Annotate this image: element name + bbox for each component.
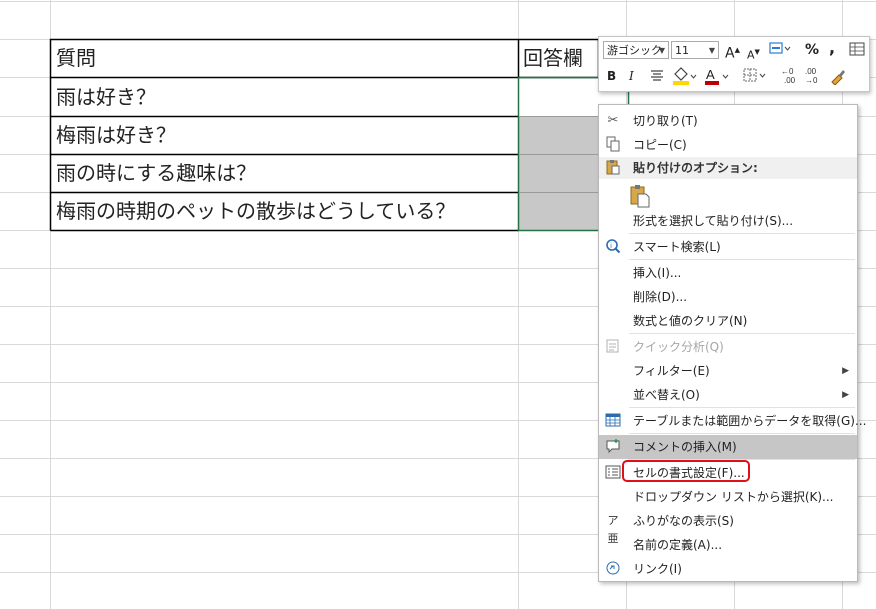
comment-icon (604, 438, 622, 456)
chevron-down-icon: ▼ (708, 46, 715, 55)
menu-item-show-furigana[interactable]: ア亜 ふりがなの表示(S) (599, 509, 857, 545)
quick-analysis-icon (604, 338, 622, 356)
menu-item-label: リンク(I) (633, 562, 682, 576)
percent-style-button[interactable]: % (805, 42, 819, 58)
highlight-callout (622, 460, 750, 482)
menu-item-label: ふりがなの表示(S) (633, 514, 734, 528)
menu-item-label: 挿入(I)... (633, 266, 682, 280)
italic-button[interactable]: I (629, 68, 634, 84)
question-cell-1[interactable]: 雨は好き？ (56, 85, 156, 109)
clipboard-icon (604, 159, 622, 177)
submenu-arrow-icon: ▶ (842, 366, 849, 376)
question-cell-4[interactable]: 梅雨の時期のペットの散歩はどうしている？ (56, 199, 455, 223)
menu-item-copy[interactable]: コピー(C) (599, 133, 857, 157)
furigana-icon: ア亜 (607, 514, 619, 545)
table-icon (604, 412, 622, 430)
menu-separator (629, 233, 855, 234)
paste-options-header: 貼り付けのオプション: (599, 157, 857, 179)
font-size-value: 11 (675, 44, 689, 57)
svg-text:→0: →0 (805, 76, 818, 85)
menu-item-label: ドロップダウン リストから選択(K)... (633, 490, 834, 504)
menu-item-label: 並べ替え(O) (633, 388, 700, 402)
format-painter-icon[interactable] (829, 67, 847, 89)
paste-icon (628, 184, 650, 208)
increase-decimal-icon[interactable]: ←0.00 (779, 66, 801, 88)
shrink-font-button[interactable]: A▼ (747, 44, 760, 64)
paste-option-button[interactable] (625, 181, 653, 209)
scissors-icon: ✂ (607, 113, 619, 128)
menu-item-label: コメントの挿入(M) (633, 440, 737, 454)
menu-item-label: クイック分析(Q) (633, 340, 724, 354)
menu-item-smart-lookup[interactable]: i スマート検索(L) (599, 235, 857, 259)
menu-item-label: 名前の定義(A)... (633, 538, 723, 552)
submenu-arrow-icon: ▶ (842, 390, 849, 400)
decrease-decimal-icon[interactable]: .00 →0 (803, 66, 825, 92)
menu-separator (629, 333, 855, 334)
menu-item-clear-contents[interactable]: 数式と値のクリア(N) (599, 309, 857, 333)
menu-item-label: フィルター(E) (633, 364, 710, 378)
align-center-icon[interactable] (649, 69, 665, 87)
link-icon (604, 560, 622, 578)
font-name-value: 游ゴシック (607, 44, 662, 57)
menu-item-pick-from-dropdown[interactable]: ドロップダウン リストから選択(K)... (599, 485, 857, 509)
menu-item-insert-comment[interactable]: コメントの挿入(M) (599, 435, 857, 459)
header-question-cell[interactable]: 質問 (56, 46, 96, 70)
svg-text:A: A (706, 67, 715, 82)
menu-item-label: 削除(D)... (633, 290, 688, 304)
chevron-down-icon: ▼ (658, 46, 665, 55)
header-answer-cell[interactable]: 回答欄 (523, 46, 583, 70)
svg-text:i: i (610, 243, 612, 250)
menu-item-label: コピー(C) (633, 138, 687, 152)
menu-item-link[interactable]: リンク(I) (599, 557, 857, 581)
comma-style-button[interactable]: , (829, 40, 835, 56)
number-format-icon[interactable] (767, 41, 793, 61)
context-menu: ✂ 切り取り(T) コピー(C) 貼り付けのオプション: 形式を選択して貼り付け… (598, 104, 866, 582)
menu-item-get-data[interactable]: テーブルまたは範囲からデータを取得(G)... (599, 409, 866, 433)
font-name-combo[interactable]: 游ゴシック ▼ (603, 41, 669, 59)
svg-text:←0: ←0 (781, 67, 794, 76)
menu-item-cut[interactable]: ✂ 切り取り(T) (599, 109, 857, 133)
menu-item-quick-analysis: クイック分析(Q) (599, 335, 857, 359)
mini-toolbar: 游ゴシック ▼ 11 ▼ A▲ A▼ % , B I A ←0.00 .00 →0 (598, 36, 870, 92)
menu-item-label: 切り取り(T) (633, 114, 698, 128)
format-cells-icon (604, 464, 622, 482)
format-painter-table-icon[interactable] (849, 42, 865, 60)
menu-item-label: 数式と値のクリア(N) (633, 314, 748, 328)
borders-icon[interactable] (743, 68, 771, 88)
menu-item-delete[interactable]: 削除(D)... (599, 285, 857, 309)
menu-item-label: 形式を選択して貼り付け(S)... (633, 214, 794, 228)
menu-item-define-name[interactable]: 名前の定義(A)... (599, 533, 857, 557)
svg-text:.00: .00 (805, 67, 817, 76)
question-cell-3[interactable]: 雨の時にする趣味は？ (56, 161, 256, 185)
menu-item-insert[interactable]: 挿入(I)... (599, 261, 857, 285)
grow-font-label: A (725, 45, 735, 62)
question-cell-2[interactable]: 梅雨は好き？ (56, 123, 176, 147)
font-color-icon[interactable]: A (703, 66, 731, 90)
menu-item-sort[interactable]: 並べ替え(O) ▶ (599, 383, 857, 407)
paste-options-label: 貼り付けのオプション: (633, 161, 758, 175)
menu-separator (629, 259, 855, 260)
menu-item-label: スマート検索(L) (633, 240, 721, 254)
menu-separator (629, 433, 855, 434)
menu-item-paste-special[interactable]: 形式を選択して貼り付け(S)... (599, 209, 857, 233)
smart-lookup-icon: i (604, 238, 622, 256)
font-size-combo[interactable]: 11 ▼ (671, 41, 719, 59)
copy-icon (604, 136, 622, 154)
svg-text:.00: .00 (784, 76, 796, 85)
shrink-font-label: A (747, 48, 755, 62)
fill-color-icon[interactable] (671, 66, 697, 90)
menu-separator (629, 407, 855, 408)
bold-button[interactable]: B (607, 68, 616, 84)
menu-item-label: テーブルまたは範囲からデータを取得(G)... (633, 414, 867, 428)
menu-item-filter[interactable]: フィルター(E) ▶ (599, 359, 857, 383)
grow-font-button[interactable]: A▲ (725, 42, 740, 62)
